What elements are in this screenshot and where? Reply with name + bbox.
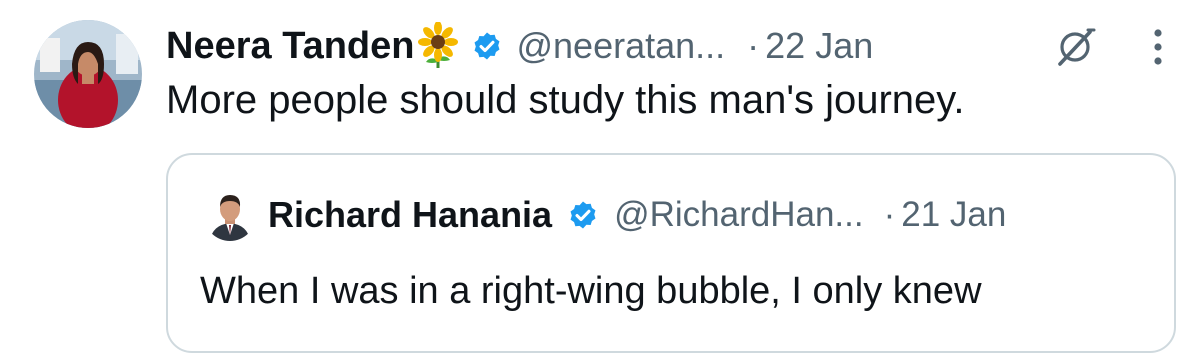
grok-icon[interactable]: [1052, 26, 1098, 68]
separator-dot: ·: [747, 25, 760, 66]
separator-dot: ·: [883, 195, 896, 234]
quoted-author-name[interactable]: Richard Hanania: [268, 194, 552, 236]
verified-badge-icon[interactable]: [470, 29, 504, 63]
sunflower-icon: [418, 21, 459, 70]
quoted-author-avatar[interactable]: [204, 189, 256, 241]
more-icon[interactable]: [1146, 26, 1170, 68]
tweet-text: More people should study this man's jour…: [166, 78, 965, 122]
verified-badge-icon[interactable]: [566, 198, 600, 232]
tweet-date[interactable]: 22 Jan: [765, 25, 873, 67]
tweet-header: Neera Tanden @neeratan... · 22 Jan: [166, 21, 873, 70]
quoted-tweet-text: When I was in a right-wing bubble, I onl…: [200, 270, 982, 312]
quoted-author-handle[interactable]: @RichardHan...: [614, 195, 864, 235]
quoted-tweet-header: Richard Hanania @RichardHan... · 21 Jan: [268, 191, 1006, 239]
author-handle[interactable]: @neeratan...: [516, 25, 725, 67]
quoted-tweet-card[interactable]: Richard Hanania @RichardHan... · 21 Jan …: [166, 153, 1176, 353]
author-name[interactable]: Neera Tanden: [166, 25, 414, 68]
author-avatar[interactable]: [34, 20, 142, 128]
quoted-tweet-date[interactable]: 21 Jan: [901, 195, 1006, 235]
